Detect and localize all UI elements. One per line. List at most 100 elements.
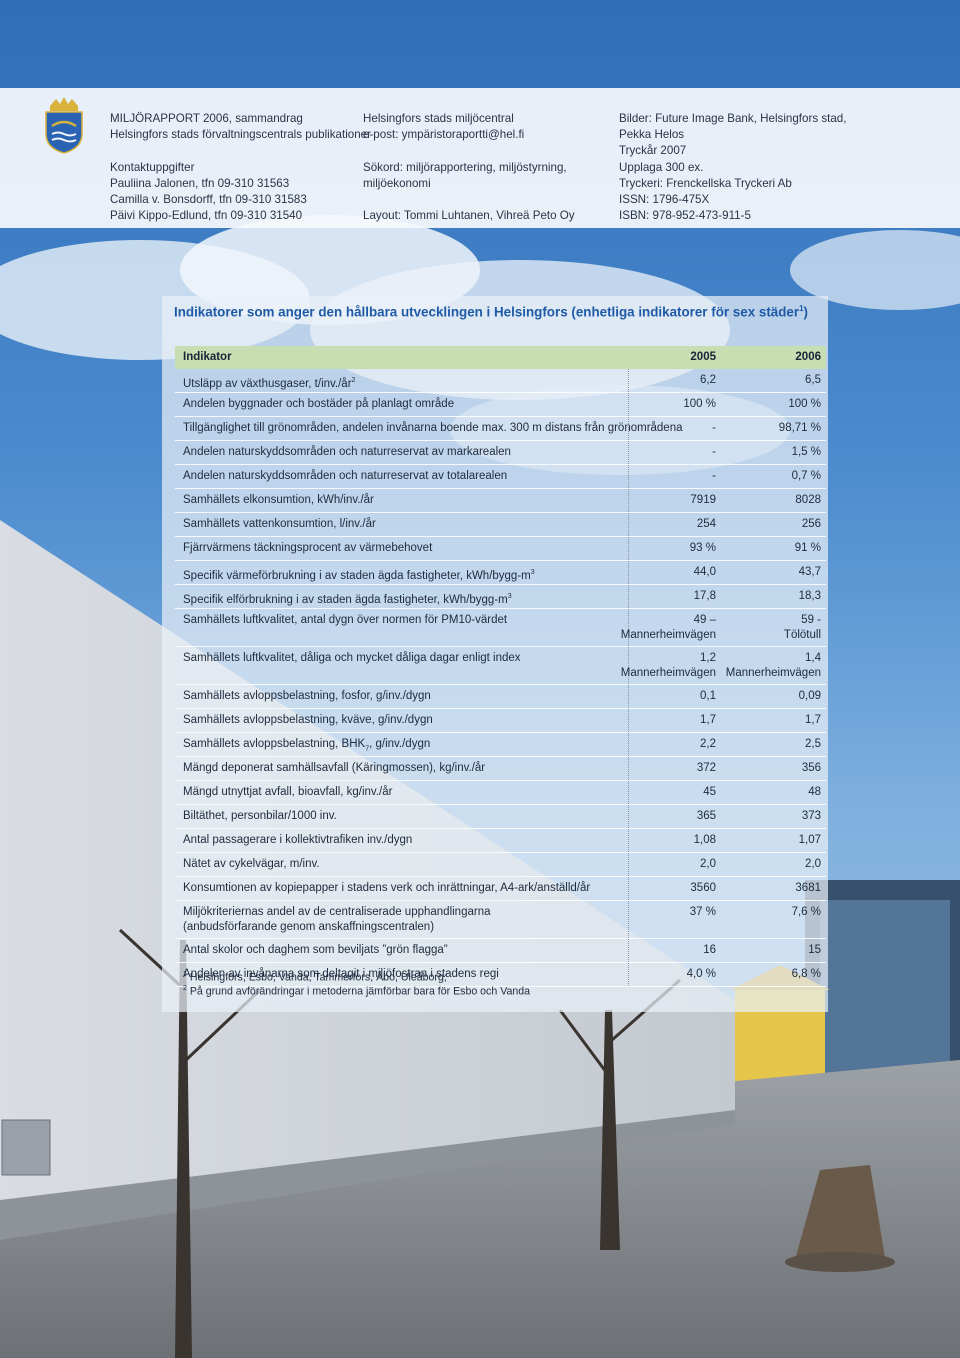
value-2005: 17,8: [693, 590, 716, 602]
value-2006: 7,6 %: [791, 906, 821, 918]
value-2006: 0,09: [798, 690, 821, 702]
header-line: MILJÖRAPPORT 2006, sammandrag: [110, 112, 303, 125]
indicator-label: Konsumtionen av kopiepapper i stadens ve…: [183, 882, 591, 894]
header-line: ISBN: 978-952-473-911-5: [619, 209, 751, 223]
value-2005: 100 %: [683, 398, 716, 410]
indicator-label: Fjärrvärmens täckningsprocent av värmebe…: [183, 542, 433, 554]
indicator-label: Mängd utnyttjat avfall, bioavfall, kg/in…: [183, 786, 393, 798]
indicator-label: Samhällets luftkvalitet, antal dygn över…: [183, 614, 508, 626]
value-2006: 0,7 %: [791, 470, 821, 482]
indicator-label: Miljökriteriernas andel av de centralise…: [183, 906, 491, 933]
value-2005: 254: [696, 518, 716, 530]
header-line: Camilla v. Bonsdorff, tfn 09-310 31583: [110, 193, 307, 206]
header-line: Pekka Helos: [619, 128, 685, 142]
value-2006: 1,07: [798, 834, 821, 846]
indicator-label: Biltäthet, personbilar/1000 inv.: [183, 810, 337, 822]
indicator-label: Samhällets avloppsbelastning, fosfor, g/…: [183, 690, 431, 702]
header-column-contact: Helsingfors stads miljöcentral e-post: ym…: [363, 111, 575, 224]
table-row: Samhällets elkonsumtion, kWh/inv./år 7919…: [175, 489, 826, 513]
value-2005: 7919: [690, 494, 716, 506]
indicator-label: Antal skolor och daghem som beviljats ”g…: [183, 944, 448, 956]
value-2006: 43,7: [798, 566, 821, 578]
table-row: Samhällets avloppsbelastning, kväve, g/i…: [175, 709, 826, 733]
value-2006: 100 %: [788, 398, 821, 410]
column-header-2005: 2005: [690, 351, 716, 363]
value-2005: 1,2 Mannerheimvägen: [620, 652, 716, 679]
header-line: Kontaktuppgifter: [110, 160, 195, 174]
value-2006: 1,7: [805, 714, 821, 726]
indicator-label: Utsläpp av växthusgaser, t/inv./år2: [183, 377, 356, 390]
table-row: Samhällets avloppsbelastning, fosfor, g/…: [175, 685, 826, 709]
value-2006: 256: [801, 518, 821, 530]
table-header-row: Indikator 2005 2006: [175, 346, 826, 369]
table-row: Biltäthet, personbilar/1000 inv. 365 373: [175, 805, 826, 829]
table-row: Mängd utnyttjat avfall, bioavfall, kg/in…: [175, 781, 826, 805]
value-2006: 2,0: [805, 858, 821, 870]
table-row: Samhällets vattenkonsumtion, l/inv./år 25…: [175, 513, 826, 537]
indicator-label: Specifik värmeförbrukning i av staden äg…: [183, 569, 535, 582]
value-2005: -: [712, 446, 716, 458]
footnote-2: 2 På grund avförändringar i metoderna jä…: [183, 985, 531, 998]
publication-info-header: MILJÖRAPPORT 2006, sammandrag Helsingfors…: [0, 88, 960, 228]
value-2006: 18,3: [798, 590, 821, 602]
table-row: Specifik elförbrukning i av staden ägda …: [175, 585, 826, 609]
column-header-indicator: Indikator: [183, 351, 232, 363]
value-2005: 2,2: [700, 738, 716, 750]
table-row: Nätet av cykelvägar, m/inv. 2,0 2,0: [175, 853, 826, 877]
table-row: Utsläpp av växthusgaser, t/inv./år2 6,2 6,…: [175, 369, 826, 393]
table-row: Miljökriteriernas andel av de centralise…: [175, 901, 826, 939]
indicator-label: Andelen byggnader och bostäder på planla…: [183, 398, 455, 410]
header-line: e-post: ympäristoraportti@hel.fi: [363, 128, 525, 142]
header-line: miljöekonomi: [363, 176, 431, 190]
header-column-print-details: Bilder: Future Image Bank, Helsingfors s…: [619, 111, 846, 224]
value-2006: 356: [801, 762, 821, 774]
value-2005: 16: [703, 944, 716, 956]
table-row: Andelen naturskyddsområden och naturrese…: [175, 465, 826, 489]
header-line: [110, 143, 371, 159]
table-row: Samhällets luftkvalitet, dåliga och myck…: [175, 647, 826, 685]
header-line: ISSN: 1796-475X: [619, 193, 710, 207]
table-body: Utsläpp av växthusgaser, t/inv./år2 6,2 6,…: [175, 369, 826, 987]
header-line: Päivi Kippo-Edlund, tfn 09-310 31540: [110, 209, 303, 223]
value-2006: 1,5 %: [791, 446, 821, 458]
value-2005: 49 – Mannerheimvägen: [620, 614, 716, 641]
value-2006: 373: [801, 810, 821, 822]
indicator-label: Samhällets elkonsumtion, kWh/inv./år: [183, 494, 374, 506]
table-title: Indikatorer som anger den hållbara utvec…: [174, 304, 808, 320]
value-2005: 37 %: [689, 906, 716, 918]
value-2005: 2,0: [700, 858, 716, 870]
value-2006: 15: [808, 944, 821, 956]
value-2005: 45: [703, 786, 716, 798]
header-line: Helsingfors stads miljöcentral: [363, 112, 514, 125]
value-2006: 91 %: [794, 542, 821, 554]
table-row: Mängd deponerat samhällsavfall (Käringmo…: [175, 757, 826, 781]
table-row: Samhällets avloppsbelastning, BHK7, g/in…: [175, 733, 826, 757]
value-2006: 3681: [795, 882, 821, 894]
indicator-label: Specifik elförbrukning i av staden ägda …: [183, 593, 512, 606]
table-row: Konsumtionen av kopiepapper i stadens ve…: [175, 877, 826, 901]
table-row: Samhällets luftkvalitet, antal dygn över…: [175, 609, 826, 647]
header-line: Tryckår 2007: [619, 144, 687, 158]
header-line: Upplaga 300 ex.: [619, 160, 704, 174]
header-line: [363, 143, 575, 159]
indicator-label: Andelen naturskyddsområden och naturrese…: [183, 470, 508, 482]
table-row: Andelen naturskyddsområden och naturrese…: [175, 441, 826, 465]
value-2006: 1,4 Mannerheimvägen: [725, 652, 821, 679]
value-2005: 3560: [690, 882, 716, 894]
header-line: Layout: Tommi Luhtanen, Vihreä Peto Oy: [363, 209, 575, 223]
value-2005: 365: [696, 810, 716, 822]
header-line: [363, 192, 575, 208]
header-line: Tryckeri: Frenckellska Tryckeri Ab: [619, 176, 792, 190]
value-2006: 48: [808, 786, 821, 798]
value-2006: 59 - Tölötull: [783, 614, 821, 641]
value-2005: 44,0: [693, 566, 716, 578]
header-line: Bilder: Future Image Bank, Helsingfors s…: [619, 112, 847, 125]
header-line: Sökord: miljörapportering, miljöstyrning…: [363, 160, 567, 174]
indicator-label: Andelen naturskyddsområden och naturrese…: [183, 446, 511, 458]
header-line: Pauliina Jalonen, tfn 09-310 31563: [110, 176, 290, 190]
value-2005: 93 %: [689, 542, 716, 554]
indicator-label: Samhällets luftkvalitet, dåliga och myck…: [183, 652, 521, 664]
value-2006: 8028: [795, 494, 821, 506]
indicator-label: Tillgänglighet till grönområden, andelen…: [183, 422, 683, 434]
value-2005: 1,7: [700, 714, 716, 726]
